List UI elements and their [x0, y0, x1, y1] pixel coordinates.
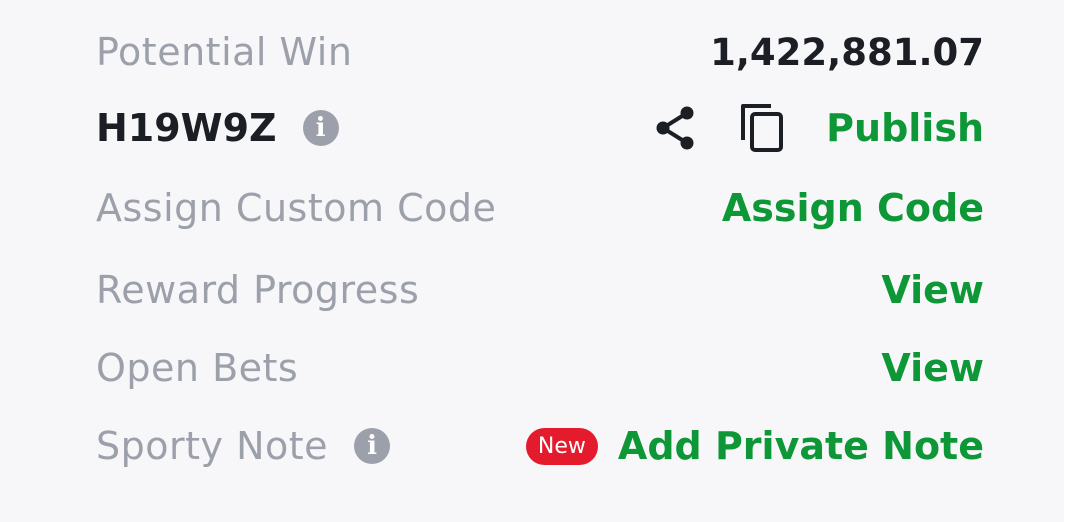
copy-icon[interactable] — [738, 102, 786, 154]
assign-custom-code-label: Assign Custom Code — [96, 186, 497, 230]
add-private-note-button[interactable]: Add Private Note — [618, 424, 984, 468]
booking-actions: Publish — [654, 102, 984, 154]
reward-progress-row: Reward Progress View — [96, 262, 984, 318]
new-badge: New — [525, 427, 598, 465]
bet-details-panel: Potential Win 1,422,881.07 H19W9Z i Publ… — [0, 0, 1064, 522]
reward-progress-view-button[interactable]: View — [881, 268, 984, 312]
info-icon[interactable]: i — [354, 428, 391, 464]
potential-win-row: Potential Win 1,422,881.07 — [96, 24, 984, 80]
booking-code-group: H19W9Z i — [96, 106, 339, 150]
sporty-note-actions: New Add Private Note — [525, 424, 984, 468]
info-icon[interactable]: i — [302, 110, 339, 146]
reward-progress-label: Reward Progress — [96, 268, 420, 312]
potential-win-value: 1,422,881.07 — [710, 30, 984, 74]
open-bets-row: Open Bets View — [96, 340, 984, 396]
sporty-note-row: Sporty Note i New Add Private Note — [96, 418, 984, 474]
open-bets-label: Open Bets — [96, 346, 299, 390]
share-icon[interactable] — [654, 104, 698, 152]
sporty-note-group: Sporty Note i — [96, 424, 391, 468]
assign-code-button[interactable]: Assign Code — [722, 186, 984, 230]
custom-code-row: Assign Custom Code Assign Code — [96, 180, 984, 236]
booking-code: H19W9Z — [96, 106, 277, 150]
booking-code-row: H19W9Z i Publish — [96, 100, 984, 156]
potential-win-label: Potential Win — [96, 30, 353, 74]
publish-button[interactable]: Publish — [826, 106, 984, 150]
open-bets-view-button[interactable]: View — [881, 346, 984, 390]
sporty-note-label: Sporty Note — [96, 424, 329, 468]
